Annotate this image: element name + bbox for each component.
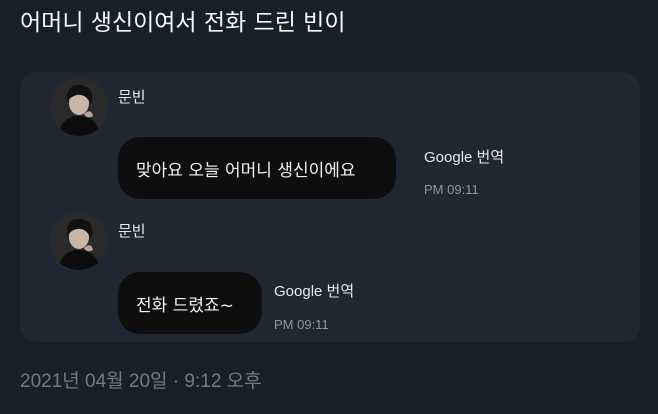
message-time: PM 09:11 [274, 317, 329, 332]
avatar [50, 212, 108, 270]
tweet-timestamp[interactable]: 2021년 04월 20일 · 9:12 오후 [20, 366, 262, 393]
tweet-text: 어머니 생신이여서 전화 드린 빈이 [20, 10, 346, 36]
sender-name: 문빈 [118, 222, 146, 240]
message-text: 전화 드렸죠~ [136, 295, 234, 316]
avatar [50, 78, 108, 136]
message-text: 맞아요 오늘 어머니 생신이에요 [136, 160, 356, 181]
message-bubble: 전화 드렸죠~ [118, 272, 262, 334]
chat-screenshot: 문빈 맞아요 오늘 어머니 생신이에요 Google 번역 PM 09:11 문… [20, 72, 640, 342]
translate-link[interactable]: Google 번역 [424, 146, 504, 167]
sender-name: 문빈 [118, 88, 146, 106]
message-time: PM 09:11 [424, 182, 479, 197]
translate-link[interactable]: Google 번역 [274, 280, 354, 301]
message-bubble: 맞아요 오늘 어머니 생신이에요 [118, 137, 396, 199]
